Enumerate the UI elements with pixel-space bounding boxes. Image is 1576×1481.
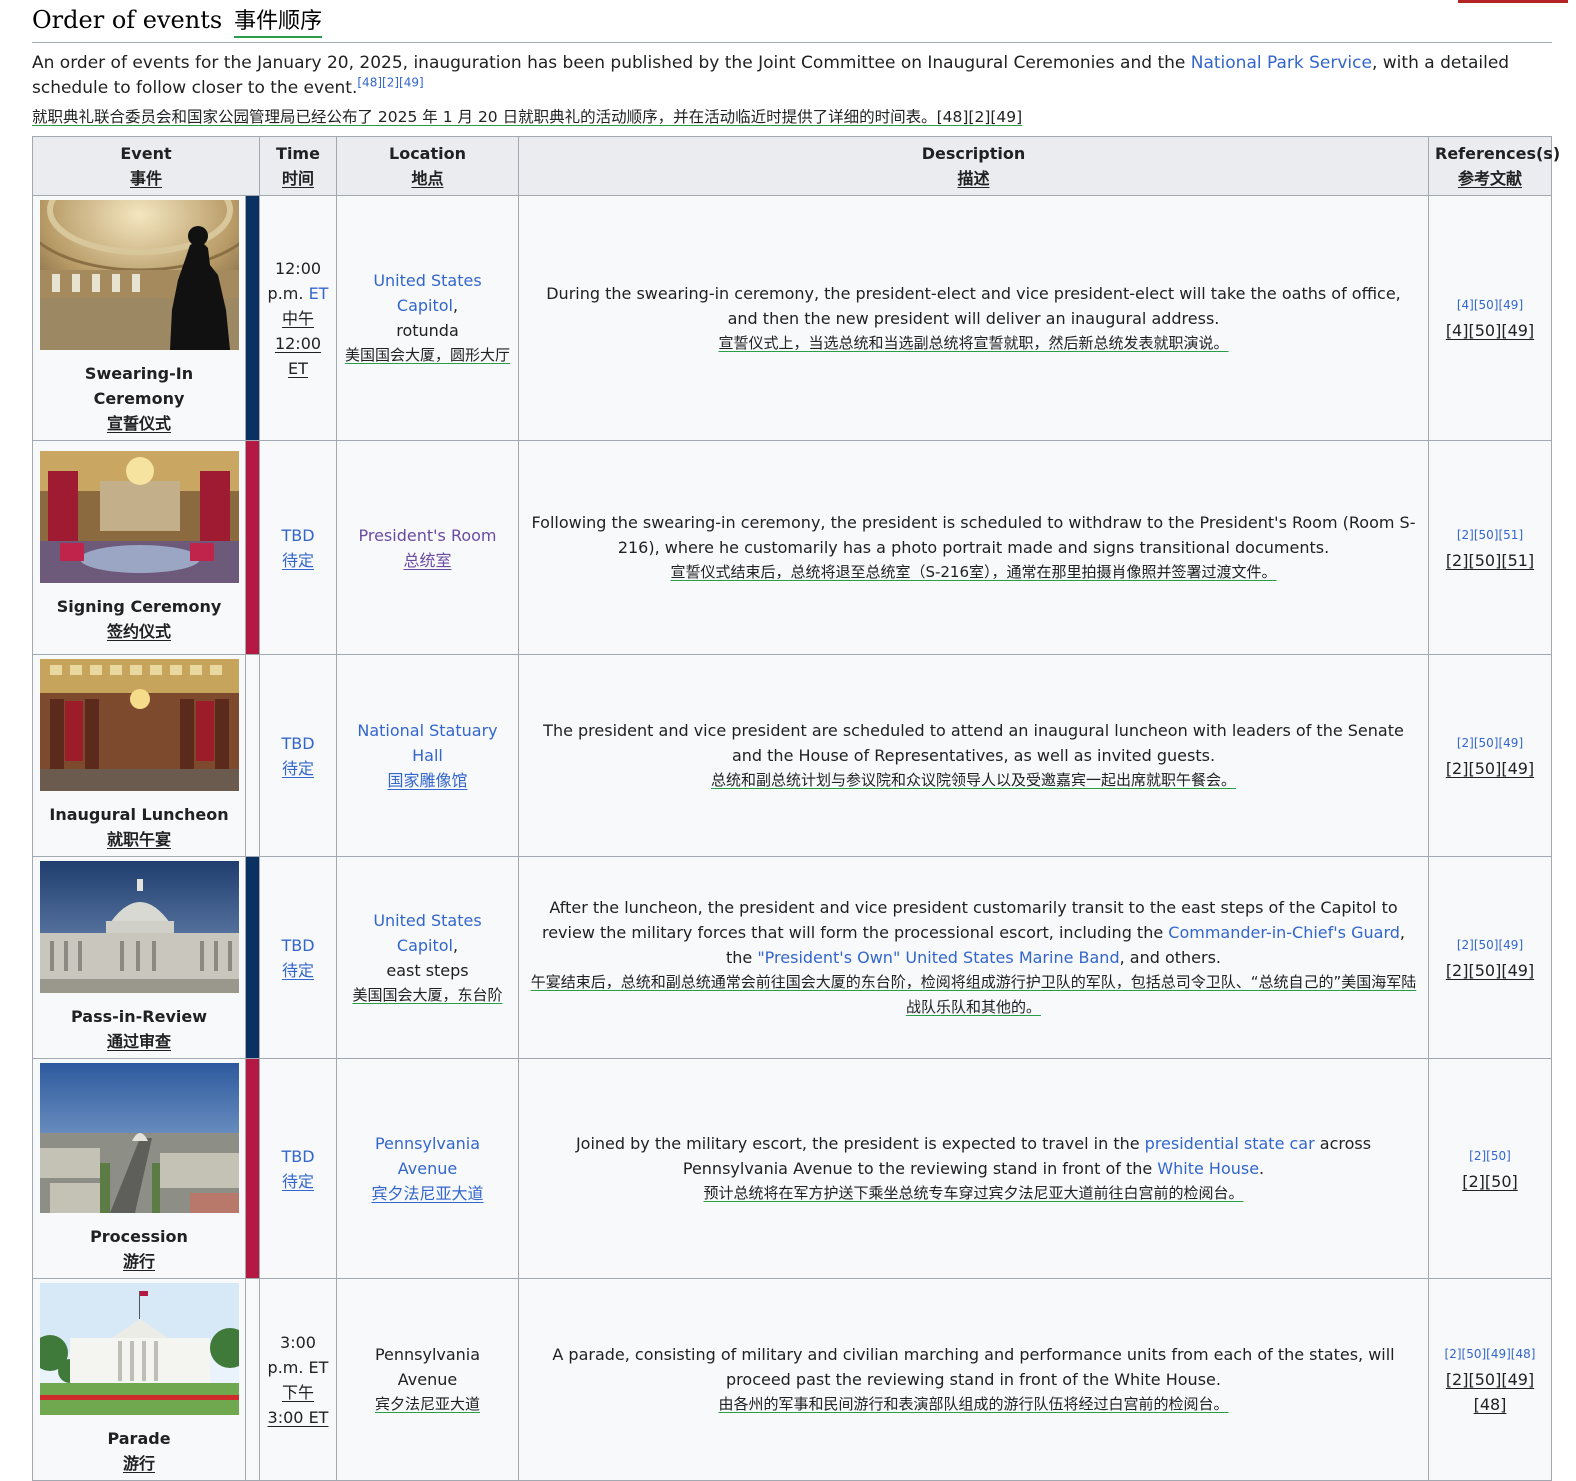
references-cell: [4][50][49] [4][50][49]: [1428, 195, 1552, 441]
article-section: Order of events 事件顺序 An order of events …: [32, 0, 1552, 127]
color-bar-white: [245, 654, 260, 857]
ref-links[interactable]: [2][50][49]: [1435, 933, 1545, 958]
tbd-link[interactable]: TBD: [266, 523, 330, 548]
references-cell: [2][50][49][48] [2][50][49] [48]: [1428, 1278, 1552, 1481]
time-cell: TBD 待定: [259, 856, 337, 1059]
tbd-link[interactable]: TBD: [266, 1144, 330, 1169]
commanders-guard-link[interactable]: Commander-in-Chief's Guard: [1168, 923, 1400, 942]
col-header-time[interactable]: Time 时间: [259, 136, 337, 196]
intro-translation: 就职典礼联合委员会和国家公园管理局已经公布了 2025 年 1 月 20 日就职…: [32, 108, 1023, 126]
event-name-zh: 游行: [122, 1252, 155, 1271]
location-cell: Pennsylvania Avenue 宾夕法尼亚大道: [336, 1278, 519, 1481]
event-name-zh: 就职午宴: [106, 830, 171, 849]
event-cell: Parade 游行: [31, 1278, 250, 1481]
table-row: Swearing-In Ceremony 宣誓仪式 12:00 p.m. ET …: [18, 148, 1552, 441]
ref-links[interactable]: [2][50][49][48]: [1435, 1342, 1545, 1367]
event-name-zh: 通过审查: [106, 1032, 171, 1051]
pennsylvania-avenue-image[interactable]: [39, 1063, 239, 1213]
white-house-image[interactable]: [31, 1283, 250, 1415]
intro-paragraph: An order of events for the January 20, 2…: [32, 51, 1552, 101]
table-row: Procession 游行 TBD 待定 Pennsylvania Avenue…: [32, 1058, 1552, 1279]
statuary-hall-link[interactable]: National Statuary Hall: [343, 718, 512, 768]
references-cell: [2][50][49] [2][50][49]: [1428, 856, 1552, 1059]
statuary-hall-image[interactable]: [39, 659, 239, 791]
color-bar-red: [245, 440, 260, 655]
heading-zh: 事件顺序: [234, 8, 323, 38]
event-name: Parade: [107, 1429, 171, 1448]
time-cell: TBD 待定: [259, 654, 337, 857]
rotunda-image[interactable]: [18, 148, 261, 350]
white-house-link[interactable]: White House: [1157, 1159, 1259, 1178]
event-cell: Pass-in-Review 通过审查: [32, 856, 246, 1059]
description-cell: Joined by the military escort, the presi…: [518, 1058, 1429, 1279]
section-heading: Order of events 事件顺序: [32, 6, 1552, 43]
event-cell: Inaugural Luncheon 就职午宴: [32, 654, 246, 857]
event-name: Signing Ceremony: [56, 597, 222, 616]
col-header-description[interactable]: Description 描述: [518, 136, 1429, 196]
location-cell: Pennsylvania Avenue 宾夕法尼亚大道: [336, 1058, 519, 1279]
event-cell: Procession 游行: [32, 1058, 246, 1279]
table-header-row: Event 事件 Time 时间 Location 地点 Description 描述 …: [32, 136, 1560, 196]
tbd-link[interactable]: TBD: [266, 731, 330, 756]
et-link[interactable]: ET: [309, 284, 329, 303]
references-cell: [2][50][51] [2][50][51]: [1428, 440, 1552, 655]
col-header-event[interactable]: Event 事件: [32, 136, 260, 196]
ref-links[interactable]: [2][50]: [1435, 1144, 1545, 1169]
event-cell: Swearing-In Ceremony 宣誓仪式: [18, 148, 261, 441]
intro-refs[interactable]: [48][2][49]: [357, 75, 423, 89]
table-row: Inaugural Luncheon 就职午宴 TBD 待定 National …: [32, 654, 1552, 857]
event-name-zh: 游行: [122, 1454, 155, 1473]
event-name: Pass-in-Review: [70, 1007, 207, 1026]
event-name: Inaugural Luncheon: [49, 805, 229, 824]
marine-band-link[interactable]: "President's Own" United States Marine B…: [757, 948, 1119, 967]
references-cell: [2][50] [2][50]: [1428, 1058, 1552, 1279]
ref-links[interactable]: [2][50][51]: [1435, 523, 1545, 548]
location-cell: United States Capitol, rotunda 美国国会大厦，圆形…: [336, 195, 519, 441]
location-cell: President's Room 总统室: [336, 440, 519, 655]
references-cell: [2][50][49] [2][50][49]: [1428, 654, 1552, 857]
presidents-room-image[interactable]: [39, 451, 239, 583]
time-cell: TBD 待定: [259, 440, 337, 655]
table-row: Pass-in-Review 通过审查 TBD 待定 United States…: [32, 856, 1552, 1059]
color-bar-navy: [245, 856, 260, 1059]
table-row: Signing Ceremony 签约仪式 TBD 待定 President's…: [32, 440, 1552, 655]
event-name: Swearing-In Ceremony: [84, 364, 194, 408]
event-name-zh: 签约仪式: [106, 622, 171, 641]
intro-text: An order of events for the January 20, 2…: [32, 53, 1191, 73]
us-capitol-link[interactable]: United States Capitol: [373, 271, 481, 315]
description-cell: A parade, consisting of military and civ…: [518, 1278, 1429, 1481]
event-cell: Signing Ceremony 签约仪式: [32, 440, 246, 655]
description-cell: The president and vice president are sch…: [518, 654, 1429, 857]
tbd-link[interactable]: TBD: [266, 933, 330, 958]
pennsylvania-avenue-link[interactable]: Pennsylvania Avenue: [343, 1131, 512, 1181]
event-name-zh: 宣誓仪式: [106, 414, 171, 433]
us-capitol-link[interactable]: United States Capitol: [373, 911, 481, 955]
state-car-link[interactable]: presidential state car: [1145, 1134, 1315, 1153]
description-cell: Following the swearing-in ceremony, the …: [518, 440, 1429, 655]
time-cell: 12:00 p.m. ET 中午 12:00 ET: [259, 195, 337, 441]
time-cell: 3:00 p.m. ET 下午 3:00 ET: [259, 1278, 337, 1481]
color-bar-red: [245, 1058, 260, 1279]
time-cell: TBD 待定: [259, 1058, 337, 1279]
color-bar-navy: [245, 195, 260, 441]
description-cell: After the luncheon, the president and vi…: [518, 856, 1429, 1059]
location-cell: United States Capitol, east steps 美国国会大厦…: [336, 856, 519, 1059]
description-cell: During the swearing-in ceremony, the pre…: [518, 195, 1429, 441]
location-cell: National Statuary Hall 国家雕像馆: [336, 654, 519, 857]
national-park-service-link[interactable]: National Park Service: [1191, 53, 1372, 73]
heading-en: Order of events: [32, 6, 223, 34]
ref-links[interactable]: [2][50][49]: [1435, 731, 1545, 756]
events-table: Event 事件 Time 时间 Location 地点 Description 描述 …: [18, 136, 1560, 1481]
capitol-east-image[interactable]: [39, 861, 239, 993]
event-name: Procession: [90, 1227, 188, 1246]
presidents-room-link[interactable]: President's Room: [343, 523, 512, 548]
col-header-location[interactable]: Location 地点: [336, 136, 519, 196]
table-row: Parade 游行 3:00 p.m. ET 下午 3:00 ET Pennsy…: [31, 1278, 1552, 1481]
color-bar-white: [245, 1278, 260, 1481]
ref-links[interactable]: [4][50][49]: [1435, 293, 1545, 318]
col-header-references[interactable]: References(s) 参考文献: [1428, 136, 1560, 196]
